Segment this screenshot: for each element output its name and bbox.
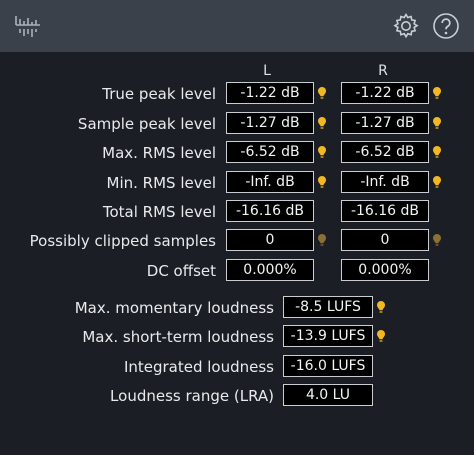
column-header-left: L (263, 63, 271, 79)
min-rms-left-value: -Inf. dB (226, 171, 314, 193)
indicator-icon (317, 116, 327, 130)
total-rms-right-value: -16.16 dB (341, 200, 429, 222)
dc-offset-label: DC offset (146, 262, 216, 280)
sample-peak-right-value: -1.27 dB (341, 112, 429, 134)
indicator-icon (432, 175, 442, 189)
title-bar (0, 0, 474, 52)
indicator-icon (317, 145, 327, 159)
dc-offset-right-value: 0.000% (341, 259, 429, 281)
max-short-term-value: -13.9 LUFS (283, 325, 373, 347)
indicator-icon (432, 145, 442, 159)
max-rms-right-value: -6.52 dB (341, 141, 429, 163)
indicator-icon (432, 233, 442, 247)
loudness-stats-panel: L R True peak level -1.22 dB -1.22 dB Sa… (0, 0, 474, 455)
indicator-icon (317, 233, 327, 247)
true-peak-left-value: -1.22 dB (226, 82, 314, 104)
max-rms-left-value: -6.52 dB (226, 141, 314, 163)
clipped-samples-left-value: 0 (226, 229, 314, 251)
waveform-meter-icon (15, 16, 40, 37)
integrated-loudness-value: -16.0 LUFS (283, 355, 373, 377)
loudness-range-value: 4.0 LU (283, 384, 373, 406)
total-rms-label: Total RMS level (102, 203, 216, 221)
true-peak-label: True peak level (102, 85, 216, 103)
min-rms-right-value: -Inf. dB (341, 171, 429, 193)
clipped-samples-label: Possibly clipped samples (29, 232, 216, 250)
help-icon[interactable] (432, 12, 460, 40)
dc-offset-left-value: 0.000% (226, 259, 314, 281)
loudness-range-label: Loudness range (LRA) (110, 387, 274, 405)
total-rms-left-value: -16.16 dB (226, 200, 314, 222)
indicator-icon (317, 86, 327, 100)
column-header-right: R (378, 63, 388, 79)
max-momentary-label: Max. momentary loudness (74, 299, 274, 317)
indicator-icon (376, 300, 386, 314)
max-momentary-value: -8.5 LUFS (283, 296, 373, 318)
true-peak-right-value: -1.22 dB (341, 82, 429, 104)
indicator-icon (376, 329, 386, 343)
sample-peak-left-value: -1.27 dB (226, 112, 314, 134)
min-rms-label: Min. RMS level (106, 174, 216, 192)
indicator-icon (432, 86, 442, 100)
max-rms-label: Max. RMS level (102, 144, 216, 162)
indicator-icon (432, 116, 442, 130)
sample-peak-label: Sample peak level (77, 115, 216, 133)
integrated-loudness-label: Integrated loudness (123, 358, 274, 376)
indicator-icon (317, 175, 327, 189)
max-short-term-label: Max. short-term loudness (82, 328, 274, 346)
gear-icon[interactable] (392, 12, 420, 40)
clipped-samples-right-value: 0 (341, 229, 429, 251)
